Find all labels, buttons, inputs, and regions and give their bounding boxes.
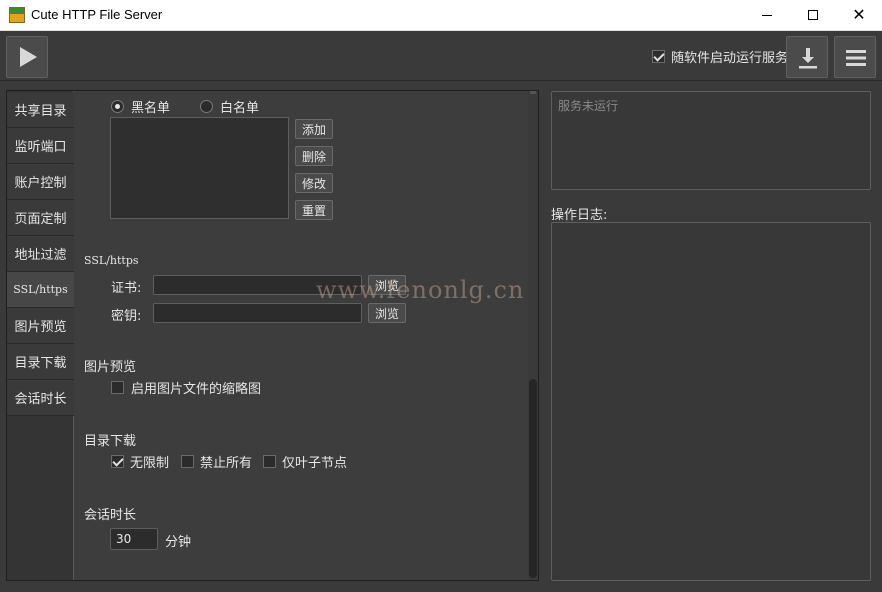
close-button[interactable]: ✕ [836,0,882,31]
tab-listen-port[interactable]: 监听端口 [7,128,74,164]
tab-session-duration[interactable]: 会话时长 [7,380,74,416]
menu-button[interactable] [834,36,876,78]
whitelist-label: 白名单 [220,101,260,116]
app-icon [9,7,25,23]
download-button[interactable] [786,36,828,78]
play-icon [20,47,37,67]
cert-label: 证书: [111,281,142,296]
download-forbid-all-option[interactable]: 禁止所有 [181,452,252,471]
tab-ssl-https[interactable]: SSL/https [7,272,74,308]
thumbnail-label: 启用图片文件的缩略图 [131,382,262,397]
leaf-only-checkbox[interactable] [263,455,276,468]
key-label: 密钥: [111,309,142,324]
cert-browse-button[interactable]: 浏览 [368,275,406,295]
window-title: Cute HTTP File Server [31,7,163,22]
session-unit-label: 分钟 [165,535,192,550]
unlimited-checkbox[interactable] [111,455,124,468]
unlimited-label: 无限制 [130,456,170,471]
tab-page-custom[interactable]: 页面定制 [7,200,74,236]
minimize-icon [762,15,772,16]
whitelist-option[interactable]: 白名单 [200,97,259,116]
address-list[interactable] [110,117,289,219]
download-icon [799,48,817,69]
maximize-button[interactable] [790,0,836,31]
autostart-label: 随软件启动运行服务 [671,50,789,66]
operation-log[interactable] [551,222,871,581]
download-leaf-only-option[interactable]: 仅叶子节点 [263,452,347,471]
start-server-button[interactable] [6,36,48,78]
server-status-box: 服务未运行 [551,91,871,190]
key-browse-button[interactable]: 浏览 [368,303,406,323]
scroll-thumb[interactable] [529,379,537,578]
forbid-all-label: 禁止所有 [200,456,253,471]
tab-dir-download[interactable]: 目录下载 [7,344,74,380]
minimize-button[interactable] [744,0,790,31]
blacklist-option[interactable]: 黑名单 [111,97,170,116]
leaf-only-label: 仅叶子节点 [282,456,348,471]
settings-panel: 共享目录 监听端口 账户控制 页面定制 地址过滤 SSL/https 图片预览 … [6,90,539,581]
cert-path-input[interactable] [153,275,362,295]
close-icon: ✕ [852,5,866,24]
tab-account-control[interactable]: 账户控制 [7,164,74,200]
maximize-icon [808,10,818,20]
settings-tabs: 共享目录 监听端口 账户控制 页面定制 地址过滤 SSL/https 图片预览 … [7,91,74,580]
settings-scrollbar[interactable] [528,91,538,580]
add-button[interactable]: 添加 [295,119,333,139]
tab-address-filter[interactable]: 地址过滤 [7,236,74,272]
blacklist-label: 黑名单 [131,101,171,116]
forbid-all-checkbox[interactable] [181,455,194,468]
dir-download-title: 目录下载 [84,434,137,449]
title-bar: Cute HTTP File Server ✕ [0,0,882,31]
session-title: 会话时长 [84,508,137,523]
ssl-section-title: SSL/https [84,254,139,267]
scroll-up-arrow[interactable] [530,91,536,94]
session-duration-input[interactable]: 30 [110,528,158,550]
whitelist-radio[interactable] [200,100,213,113]
download-unlimited-option[interactable]: 无限制 [111,452,169,471]
key-path-input[interactable] [153,303,362,323]
tab-image-preview[interactable]: 图片预览 [7,308,74,344]
log-label: 操作日志: [551,208,608,223]
toolbar: 随软件启动运行服务 [0,31,882,81]
thumbnail-option[interactable]: 启用图片文件的缩略图 [111,378,261,397]
menu-icon [846,50,866,66]
image-preview-title: 图片预览 [84,360,137,375]
server-status-text: 服务未运行 [558,99,619,113]
autostart-checkbox[interactable] [652,49,665,63]
reset-button[interactable]: 重置 [295,200,333,220]
settings-content: 黑名单 白名单 添加 删除 修改 重置 SSL/https 证书: 浏览 密钥:… [75,91,528,580]
delete-button[interactable]: 删除 [295,146,333,166]
edit-button[interactable]: 修改 [295,173,333,193]
blacklist-radio[interactable] [111,100,124,113]
tab-shared-dirs[interactable]: 共享目录 [7,92,74,128]
thumbnail-checkbox[interactable] [111,381,124,394]
autostart-option[interactable]: 随软件启动运行服务 [652,48,789,66]
